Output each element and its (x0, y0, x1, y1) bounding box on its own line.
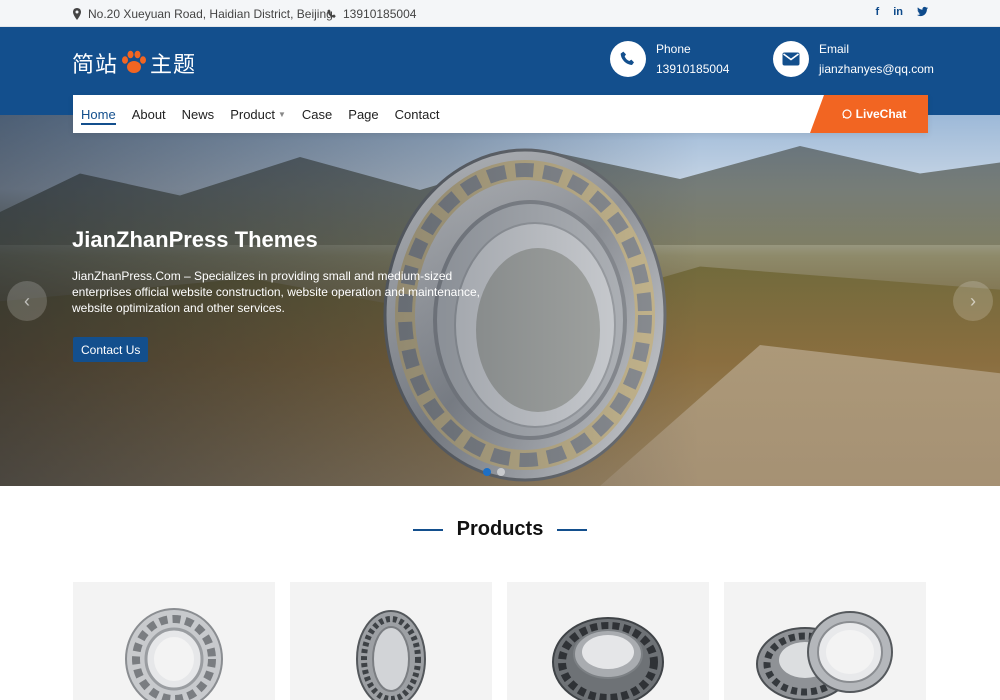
address: No.20 Xueyuan Road, Haidian District, Be… (72, 7, 333, 21)
slider-dots (483, 468, 505, 476)
hero-slider: JianZhanPress Themes JianZhanPress.Com –… (0, 115, 1000, 486)
chevron-down-icon: ▼ (278, 109, 286, 119)
header-phone: Phone 13910185004 (610, 41, 729, 77)
nav-item-news[interactable]: News (182, 95, 215, 133)
nav-item-case[interactable]: Case (302, 95, 332, 133)
livechat-button[interactable]: LiveChat (810, 95, 928, 133)
contact-us-button[interactable]: Contact Us (73, 337, 149, 362)
phone-value[interactable]: 13910185004 (656, 62, 729, 76)
hero-description: JianZhanPress.Com – Specializes in provi… (72, 269, 481, 315)
product-card[interactable] (290, 582, 492, 700)
phone-label: Phone (656, 42, 691, 56)
nav-item-product[interactable]: Product ▼ (230, 95, 286, 133)
product-grid (73, 582, 928, 700)
livechat-label: LiveChat (855, 107, 907, 121)
linkedin-icon[interactable]: in (893, 6, 903, 18)
prev-slide-arrow-icon[interactable]: ‹ (7, 281, 47, 321)
products-heading: Products (0, 518, 1000, 541)
top-phone-text: 13910185004 (343, 7, 417, 21)
nav-item-contact[interactable]: Contact (395, 95, 440, 133)
product-card[interactable] (73, 582, 275, 700)
email-label: Email (819, 42, 850, 56)
paw-icon (122, 50, 147, 73)
products-title: Products (456, 518, 544, 540)
site-logo[interactable]: 简站 主题 (72, 47, 196, 79)
nav-item-home[interactable]: Home (81, 95, 116, 133)
email-value[interactable]: jianzhanyes@qq.com (819, 62, 934, 76)
phone-circle-icon (610, 41, 646, 77)
header-email: Email jianzhanyes@qq.com (773, 41, 934, 77)
address-text: No.20 Xueyuan Road, Haidian District, Be… (88, 7, 333, 21)
whatsapp-icon (842, 109, 852, 119)
nav-item-page[interactable]: Page (348, 95, 378, 133)
tapered-roller-pair-image (756, 611, 893, 700)
envelope-icon (773, 41, 809, 77)
social-links: f in (876, 6, 928, 18)
slide-dot-2[interactable] (497, 468, 505, 476)
ball-bearing-image (125, 608, 223, 700)
logo-text-right: 主题 (150, 52, 197, 77)
heading-rule-left (412, 528, 443, 531)
map-pin-icon (73, 8, 81, 20)
logo-text-left: 简站 (72, 52, 119, 77)
facebook-icon[interactable]: f (876, 6, 880, 18)
top-bar: No.20 Xueyuan Road, Haidian District, Be… (0, 0, 1000, 27)
nav-item-about[interactable]: About (132, 95, 166, 133)
hero-title: JianZhanPress Themes (72, 227, 318, 252)
roller-bearing-image (356, 610, 426, 700)
product-card[interactable] (507, 582, 709, 700)
product-card[interactable] (724, 582, 926, 700)
main-nav: Home About News Product ▼ Case Page Conta… (73, 95, 928, 133)
heading-rule-right (557, 528, 588, 531)
slide-dot-1[interactable] (483, 468, 491, 476)
top-phone: 13910185004 (327, 7, 416, 21)
phone-icon (327, 9, 336, 18)
next-slide-arrow-icon[interactable]: › (953, 281, 993, 321)
twitter-icon[interactable] (917, 6, 928, 17)
tapered-bearing-image (552, 617, 664, 700)
